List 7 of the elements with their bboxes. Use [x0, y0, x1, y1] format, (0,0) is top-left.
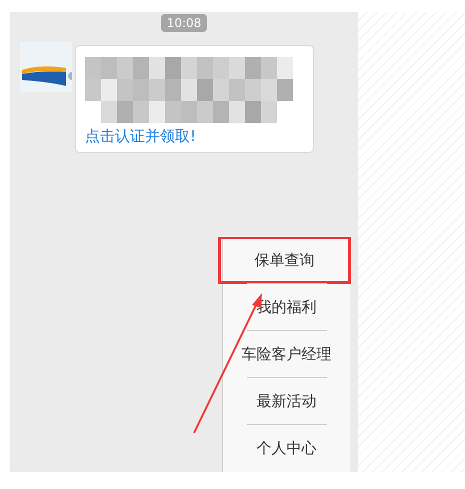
menu-item[interactable]: 个人中心	[223, 425, 350, 471]
menu-item[interactable]: 保单查询	[219, 237, 350, 283]
menu-item[interactable]: 最新活动	[223, 378, 350, 424]
menu-item[interactable]: 车险客户经理	[223, 331, 350, 377]
logo-icon	[20, 42, 72, 92]
timestamp: 10:08	[160, 14, 208, 32]
verify-link[interactable]: 点击认证并领取!	[85, 126, 308, 146]
